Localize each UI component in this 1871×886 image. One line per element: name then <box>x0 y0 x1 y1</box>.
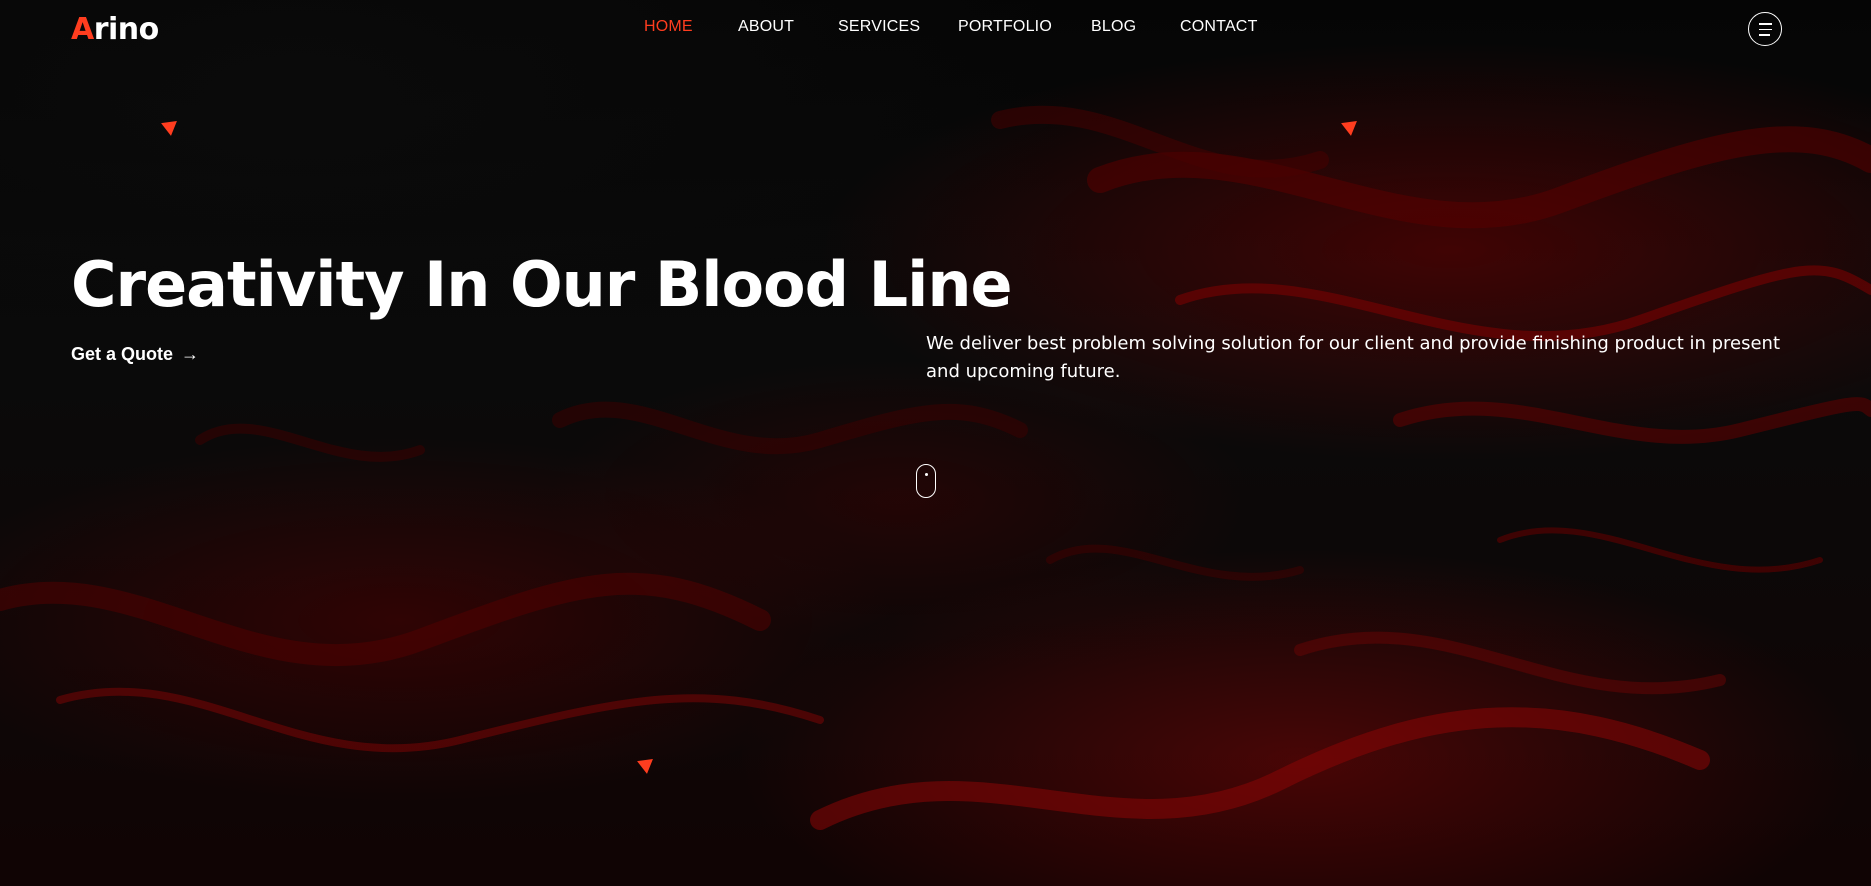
get-a-quote-link[interactable]: Get a Quote → <box>71 344 199 365</box>
mouse-scroll-icon[interactable] <box>916 464 936 498</box>
hero-section <box>0 0 1871 886</box>
hero-description: We deliver best problem solving solution… <box>926 333 1781 382</box>
nav-item-about[interactable]: ABOUT <box>738 18 794 36</box>
abstract-swirl-background <box>0 105 1871 830</box>
nav-item-home[interactable]: HOME <box>644 18 693 36</box>
main-nav: HOME ABOUT SERVICES PORTFOLIO BLOG CONTA… <box>0 18 1871 40</box>
nav-item-contact[interactable]: CONTACT <box>1180 18 1258 36</box>
nav-item-blog[interactable]: BLOG <box>1091 18 1136 36</box>
site-header: Arino HOME ABOUT SERVICES PORTFOLIO BLOG… <box>0 0 1871 58</box>
triangle-icon <box>161 120 179 138</box>
nav-item-services[interactable]: SERVICES <box>838 18 920 36</box>
get-a-quote-label: Get a Quote <box>71 344 174 364</box>
triangle-icon <box>637 758 655 776</box>
hero-title: Creativity In Our Blood Line <box>71 248 1013 321</box>
arrow-right-icon: → <box>181 344 200 364</box>
mouse-wheel-dot <box>924 473 928 476</box>
nav-item-portfolio[interactable]: PORTFOLIO <box>958 18 1052 36</box>
triangle-icon <box>1341 120 1359 138</box>
hamburger-menu-icon[interactable] <box>1748 12 1782 46</box>
